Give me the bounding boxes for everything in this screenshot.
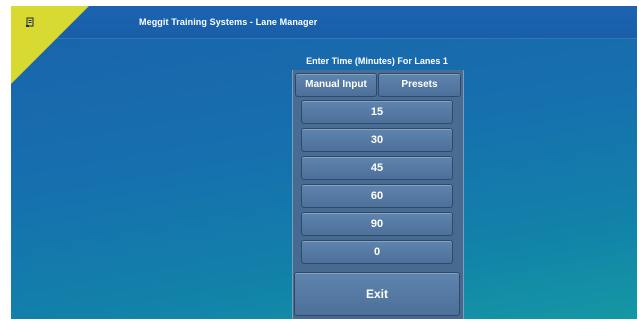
tab-presets[interactable]: Presets: [378, 73, 461, 97]
app-icon: [26, 15, 35, 27]
preset-button-15[interactable]: 15: [301, 100, 453, 124]
panel-heading: Enter Time (Minutes) For Lanes 1: [306, 56, 448, 66]
preset-button-30[interactable]: 30: [301, 128, 453, 152]
lane-manager-screen: Meggit Training Systems - Lane Manager E…: [11, 6, 637, 319]
time-entry-panel: Manual Input Presets 15 30 45 60 90 0 Ex…: [292, 70, 464, 319]
title-bar: [11, 6, 637, 39]
preset-button-90[interactable]: 90: [301, 212, 453, 236]
window-title: Meggit Training Systems - Lane Manager: [139, 17, 318, 27]
exit-button[interactable]: Exit: [294, 272, 460, 316]
tab-manual-input[interactable]: Manual Input: [295, 73, 377, 97]
preset-button-60[interactable]: 60: [301, 184, 453, 208]
preset-button-45[interactable]: 45: [301, 156, 453, 180]
preset-button-0[interactable]: 0: [301, 240, 453, 264]
